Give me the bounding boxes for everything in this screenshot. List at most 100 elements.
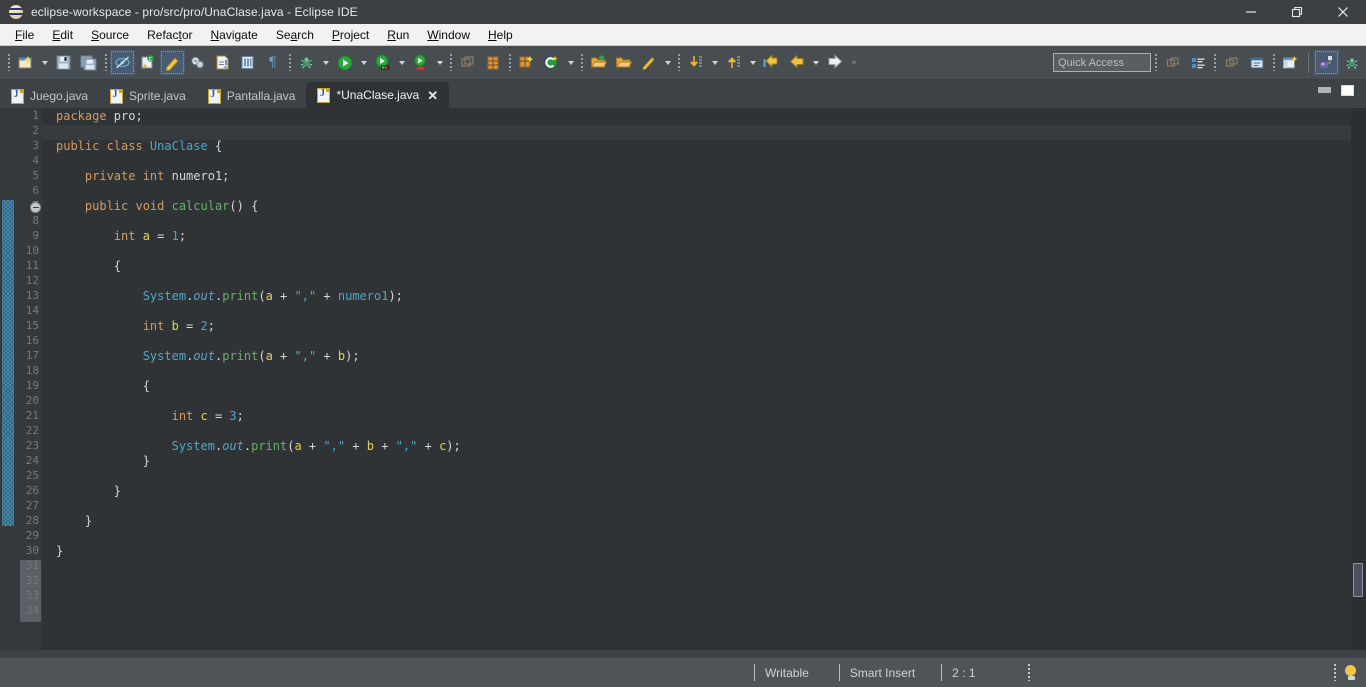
- line-number: 14: [25, 304, 39, 317]
- menu-search[interactable]: Search: [267, 26, 323, 44]
- new-java-class-icon[interactable]: C: [135, 50, 160, 75]
- status-cursor-position: 2 : 1: [952, 665, 976, 680]
- toolbar-separator-3: [446, 50, 455, 75]
- maximize-editor-icon[interactable]: [1341, 84, 1354, 96]
- editor-tab-sprite[interactable]: Sprite.java: [99, 84, 197, 108]
- menu-refactor[interactable]: Refactor: [138, 26, 201, 44]
- line-number: 13: [25, 289, 39, 302]
- folding-strip[interactable]: [0, 108, 16, 650]
- external-tools-dropdown-icon[interactable]: [433, 50, 446, 75]
- collapse-fold-icon[interactable]: [30, 202, 41, 213]
- code-editor[interactable]: 1234567891011121314151617181920212223242…: [0, 108, 1366, 650]
- editor-tab-unaclase[interactable]: *UnaClase.java ✕: [306, 82, 450, 108]
- save-all-icon[interactable]: [76, 50, 101, 75]
- open-folder-icon[interactable]: [611, 50, 636, 75]
- quick-fix-bulb-icon[interactable]: [1345, 665, 1357, 680]
- previous-annotation-dropdown-icon[interactable]: [746, 50, 759, 75]
- open-folder-green-icon[interactable]: [586, 50, 611, 75]
- code-text-area[interactable]: package pro; public class UnaClase { pri…: [42, 108, 1351, 650]
- run-configurations-icon[interactable]: [370, 50, 395, 75]
- run-dropdown-icon[interactable]: [357, 50, 370, 75]
- minimize-editor-icon[interactable]: [1318, 87, 1331, 93]
- java-perspective-icon[interactable]: [1314, 50, 1339, 75]
- status-drag-handle[interactable]: [1027, 664, 1030, 681]
- restore-icon[interactable]: [1274, 0, 1320, 24]
- menu-project[interactable]: Project: [323, 26, 378, 44]
- gutter-scrollbar-thumb[interactable]: [20, 560, 41, 622]
- line-number: 28: [25, 514, 39, 527]
- menu-file[interactable]: File: [6, 26, 43, 44]
- open-type-icon[interactable]: [210, 50, 235, 75]
- open-perspective-icon[interactable]: [1278, 50, 1303, 75]
- restore-perspective-icon[interactable]: [1160, 50, 1185, 75]
- back-icon[interactable]: [784, 50, 809, 75]
- new-package-icon[interactable]: [514, 50, 539, 75]
- source-code[interactable]: package pro; public class UnaClase { pri…: [56, 109, 1351, 559]
- toggle-breakpoint-skip-icon[interactable]: [110, 50, 135, 75]
- menu-help[interactable]: Help: [479, 26, 522, 44]
- line-number: 11: [25, 259, 39, 272]
- back-dropdown-icon[interactable]: [809, 50, 822, 75]
- menu-edit[interactable]: Edit: [43, 26, 82, 44]
- toolbar-separator-10: [1308, 52, 1309, 73]
- toolbar-separator-2: [285, 50, 294, 75]
- marker-highlight-icon[interactable]: [160, 50, 185, 75]
- pencil-dropdown-icon[interactable]: [661, 50, 674, 75]
- toolbar-drag-handle[interactable]: [4, 50, 13, 75]
- close-tab-icon[interactable]: ✕: [427, 89, 438, 102]
- debug-perspective-icon[interactable]: [1339, 50, 1364, 75]
- previous-annotation-icon[interactable]: [721, 50, 746, 75]
- line-number: 30: [25, 544, 39, 557]
- next-annotation-icon[interactable]: [683, 50, 708, 75]
- status-writable: Writable: [765, 665, 809, 680]
- forward-dropdown-icon[interactable]: [847, 50, 860, 75]
- pilcrow-icon[interactable]: ¶: [260, 50, 285, 75]
- line-number: 16: [25, 334, 39, 347]
- vertical-scrollbar-thumb[interactable]: [1353, 563, 1363, 597]
- menu-source[interactable]: Source: [82, 26, 138, 44]
- java-file-icon: [11, 88, 24, 104]
- menu-navigate[interactable]: Navigate: [201, 26, 266, 44]
- menu-run[interactable]: Run: [378, 26, 418, 44]
- minimize-icon[interactable]: [1228, 0, 1274, 24]
- line-number: 19: [25, 379, 39, 392]
- search-c-icon[interactable]: [539, 50, 564, 75]
- minimize-view-icon[interactable]: [1219, 50, 1244, 75]
- overview-ruler[interactable]: [1351, 108, 1366, 650]
- debug-dropdown-icon[interactable]: [319, 50, 332, 75]
- forward-icon[interactable]: [822, 50, 847, 75]
- external-tools-icon[interactable]: [408, 50, 433, 75]
- line-number: 25: [25, 469, 39, 482]
- run-configurations-dropdown-icon[interactable]: [395, 50, 408, 75]
- back-last-edit-icon[interactable]: [759, 50, 784, 75]
- editor-tab-pantalla[interactable]: Pantalla.java: [197, 84, 307, 108]
- next-annotation-dropdown-icon[interactable]: [708, 50, 721, 75]
- clean-build-icon[interactable]: [185, 50, 210, 75]
- pencil-icon[interactable]: [636, 50, 661, 75]
- svg-text:¶: ¶: [268, 55, 277, 71]
- save-icon[interactable]: [51, 50, 76, 75]
- editor-tab-juego[interactable]: Juego.java: [0, 84, 99, 108]
- editor-tab-label: Sprite.java: [129, 89, 186, 103]
- new-wizard-icon[interactable]: [13, 50, 38, 75]
- quick-access-input[interactable]: Quick Access: [1053, 53, 1151, 72]
- run-icon[interactable]: [332, 50, 357, 75]
- debug-icon[interactable]: [294, 50, 319, 75]
- line-number: 24: [25, 454, 39, 467]
- table-grid-icon[interactable]: [480, 50, 505, 75]
- menu-bar: File Edit Source Refactor Navigate Searc…: [0, 24, 1366, 46]
- open-task-icon[interactable]: [235, 50, 260, 75]
- menu-window[interactable]: Window: [418, 26, 479, 44]
- new-wizard-dropdown-icon[interactable]: [38, 50, 51, 75]
- close-icon[interactable]: [1320, 0, 1366, 24]
- line-number: 15: [25, 319, 39, 332]
- search-dropdown-icon[interactable]: [564, 50, 577, 75]
- status-right-group: [1334, 664, 1366, 681]
- line-number: 6: [32, 184, 39, 197]
- outline-view-icon[interactable]: [1185, 50, 1210, 75]
- toolbar-separator-7: [1151, 50, 1160, 75]
- restore-layout-icon[interactable]: [455, 50, 480, 75]
- console-view-icon[interactable]: [1244, 50, 1269, 75]
- line-number: 3: [32, 139, 39, 152]
- status-drag-handle-right[interactable]: [1334, 664, 1336, 681]
